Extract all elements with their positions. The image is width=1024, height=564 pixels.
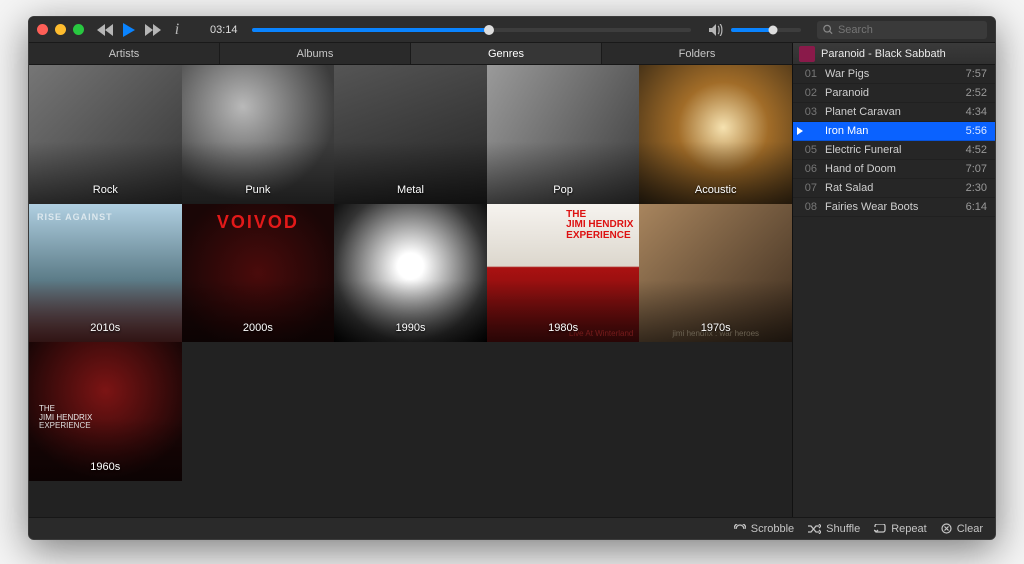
genre-label: 1990s xyxy=(334,322,487,334)
genre-label: Rock xyxy=(29,184,182,196)
shuffle-button[interactable]: Shuffle xyxy=(808,523,860,535)
next-track-button[interactable] xyxy=(144,22,162,38)
app-window: i 03:14 ArtistsAlbumsGenresFolders RockP… xyxy=(28,16,996,540)
genre-label: 1980s xyxy=(487,322,640,334)
play-button[interactable] xyxy=(120,22,138,38)
genre-tile-1970s[interactable]: jimi hendrix : war heroes1970s xyxy=(639,204,792,343)
repeat-button[interactable]: Repeat xyxy=(874,523,926,535)
shuffle-label: Shuffle xyxy=(826,523,860,535)
minimize-window-button[interactable] xyxy=(55,24,66,35)
genre-label: Acoustic xyxy=(639,184,792,196)
current-time: 03:14 xyxy=(210,24,238,36)
info-icon[interactable]: i xyxy=(168,22,186,38)
genre-label: Punk xyxy=(182,184,335,196)
search-box[interactable] xyxy=(817,21,987,39)
volume-thumb[interactable] xyxy=(769,25,778,34)
genre-tile-rock[interactable]: Rock xyxy=(29,65,182,204)
window-controls xyxy=(37,24,84,35)
genre-tile-pop[interactable]: Pop xyxy=(487,65,640,204)
clear-label: Clear xyxy=(957,523,983,535)
track-row[interactable]: 07Rat Salad2:30 xyxy=(793,179,995,198)
genre-tile-1980s[interactable]: THEJIMI HENDRIXEXPERIENCELive At Winterl… xyxy=(487,204,640,343)
seek-bar[interactable] xyxy=(252,28,691,32)
zoom-window-button[interactable] xyxy=(73,24,84,35)
clear-button[interactable]: Clear xyxy=(941,523,983,535)
track-row[interactable]: 02Paranoid2:52 xyxy=(793,84,995,103)
genre-label: 2010s xyxy=(29,322,182,334)
now-playing-header[interactable]: Paranoid - Black Sabbath xyxy=(793,43,995,65)
footer-bar: Scrobble Shuffle Repeat Clear xyxy=(29,517,995,539)
scrobble-label: Scrobble xyxy=(751,523,794,535)
volume-icon[interactable] xyxy=(707,22,725,38)
now-playing-title: Paranoid - Black Sabbath xyxy=(821,48,946,60)
scrobble-button[interactable]: Scrobble xyxy=(734,523,794,535)
genre-label: 1970s xyxy=(639,322,792,334)
playlist-pane: Paranoid - Black Sabbath 01War Pigs7:570… xyxy=(793,43,995,517)
track-row[interactable]: 03Planet Caravan4:34 xyxy=(793,103,995,122)
prev-track-button[interactable] xyxy=(96,22,114,38)
genre-tile-metal[interactable]: Metal xyxy=(334,65,487,204)
genre-tile-2010s[interactable]: RISE AGAINST2010s xyxy=(29,204,182,343)
genre-label: 2000s xyxy=(182,322,335,334)
track-row[interactable]: 08Fairies Wear Boots6:14 xyxy=(793,198,995,217)
track-row[interactable]: 06Hand of Doom7:07 xyxy=(793,160,995,179)
genre-label: Metal xyxy=(334,184,487,196)
track-row[interactable]: Iron Man5:56 xyxy=(793,122,995,141)
tab-folders[interactable]: Folders xyxy=(602,43,792,64)
volume-slider[interactable] xyxy=(731,28,801,32)
genre-label: 1960s xyxy=(29,461,182,473)
genre-tile-acoustic[interactable]: Acoustic xyxy=(639,65,792,204)
main-pane: ArtistsAlbumsGenresFolders RockPunkMetal… xyxy=(29,43,793,517)
genre-tile-1990s[interactable]: 1990s xyxy=(334,204,487,343)
track-row[interactable]: 05Electric Funeral4:52 xyxy=(793,141,995,160)
track-list: 01War Pigs7:5702Paranoid2:5203Planet Car… xyxy=(793,65,995,517)
seek-thumb[interactable] xyxy=(484,25,494,35)
track-row[interactable]: 01War Pigs7:57 xyxy=(793,65,995,84)
genre-grid: RockPunkMetalPopAcoustic RISE AGAINST2010… xyxy=(29,65,792,517)
genre-tile-1960s[interactable]: THEJIMI HENDRIXEXPERIENCE1960s xyxy=(29,342,182,481)
search-icon xyxy=(823,24,833,35)
repeat-label: Repeat xyxy=(891,523,926,535)
tab-artists[interactable]: Artists xyxy=(29,43,220,64)
genre-tile-2000s[interactable]: VOIVOD2000s xyxy=(182,204,335,343)
now-playing-cover-icon xyxy=(799,46,815,62)
view-tabs: ArtistsAlbumsGenresFolders xyxy=(29,43,792,65)
titlebar: i 03:14 xyxy=(29,17,995,43)
search-input[interactable] xyxy=(838,24,981,36)
tab-genres[interactable]: Genres xyxy=(411,43,602,64)
genre-tile-punk[interactable]: Punk xyxy=(182,65,335,204)
tab-albums[interactable]: Albums xyxy=(220,43,411,64)
close-window-button[interactable] xyxy=(37,24,48,35)
genre-label: Pop xyxy=(487,184,640,196)
